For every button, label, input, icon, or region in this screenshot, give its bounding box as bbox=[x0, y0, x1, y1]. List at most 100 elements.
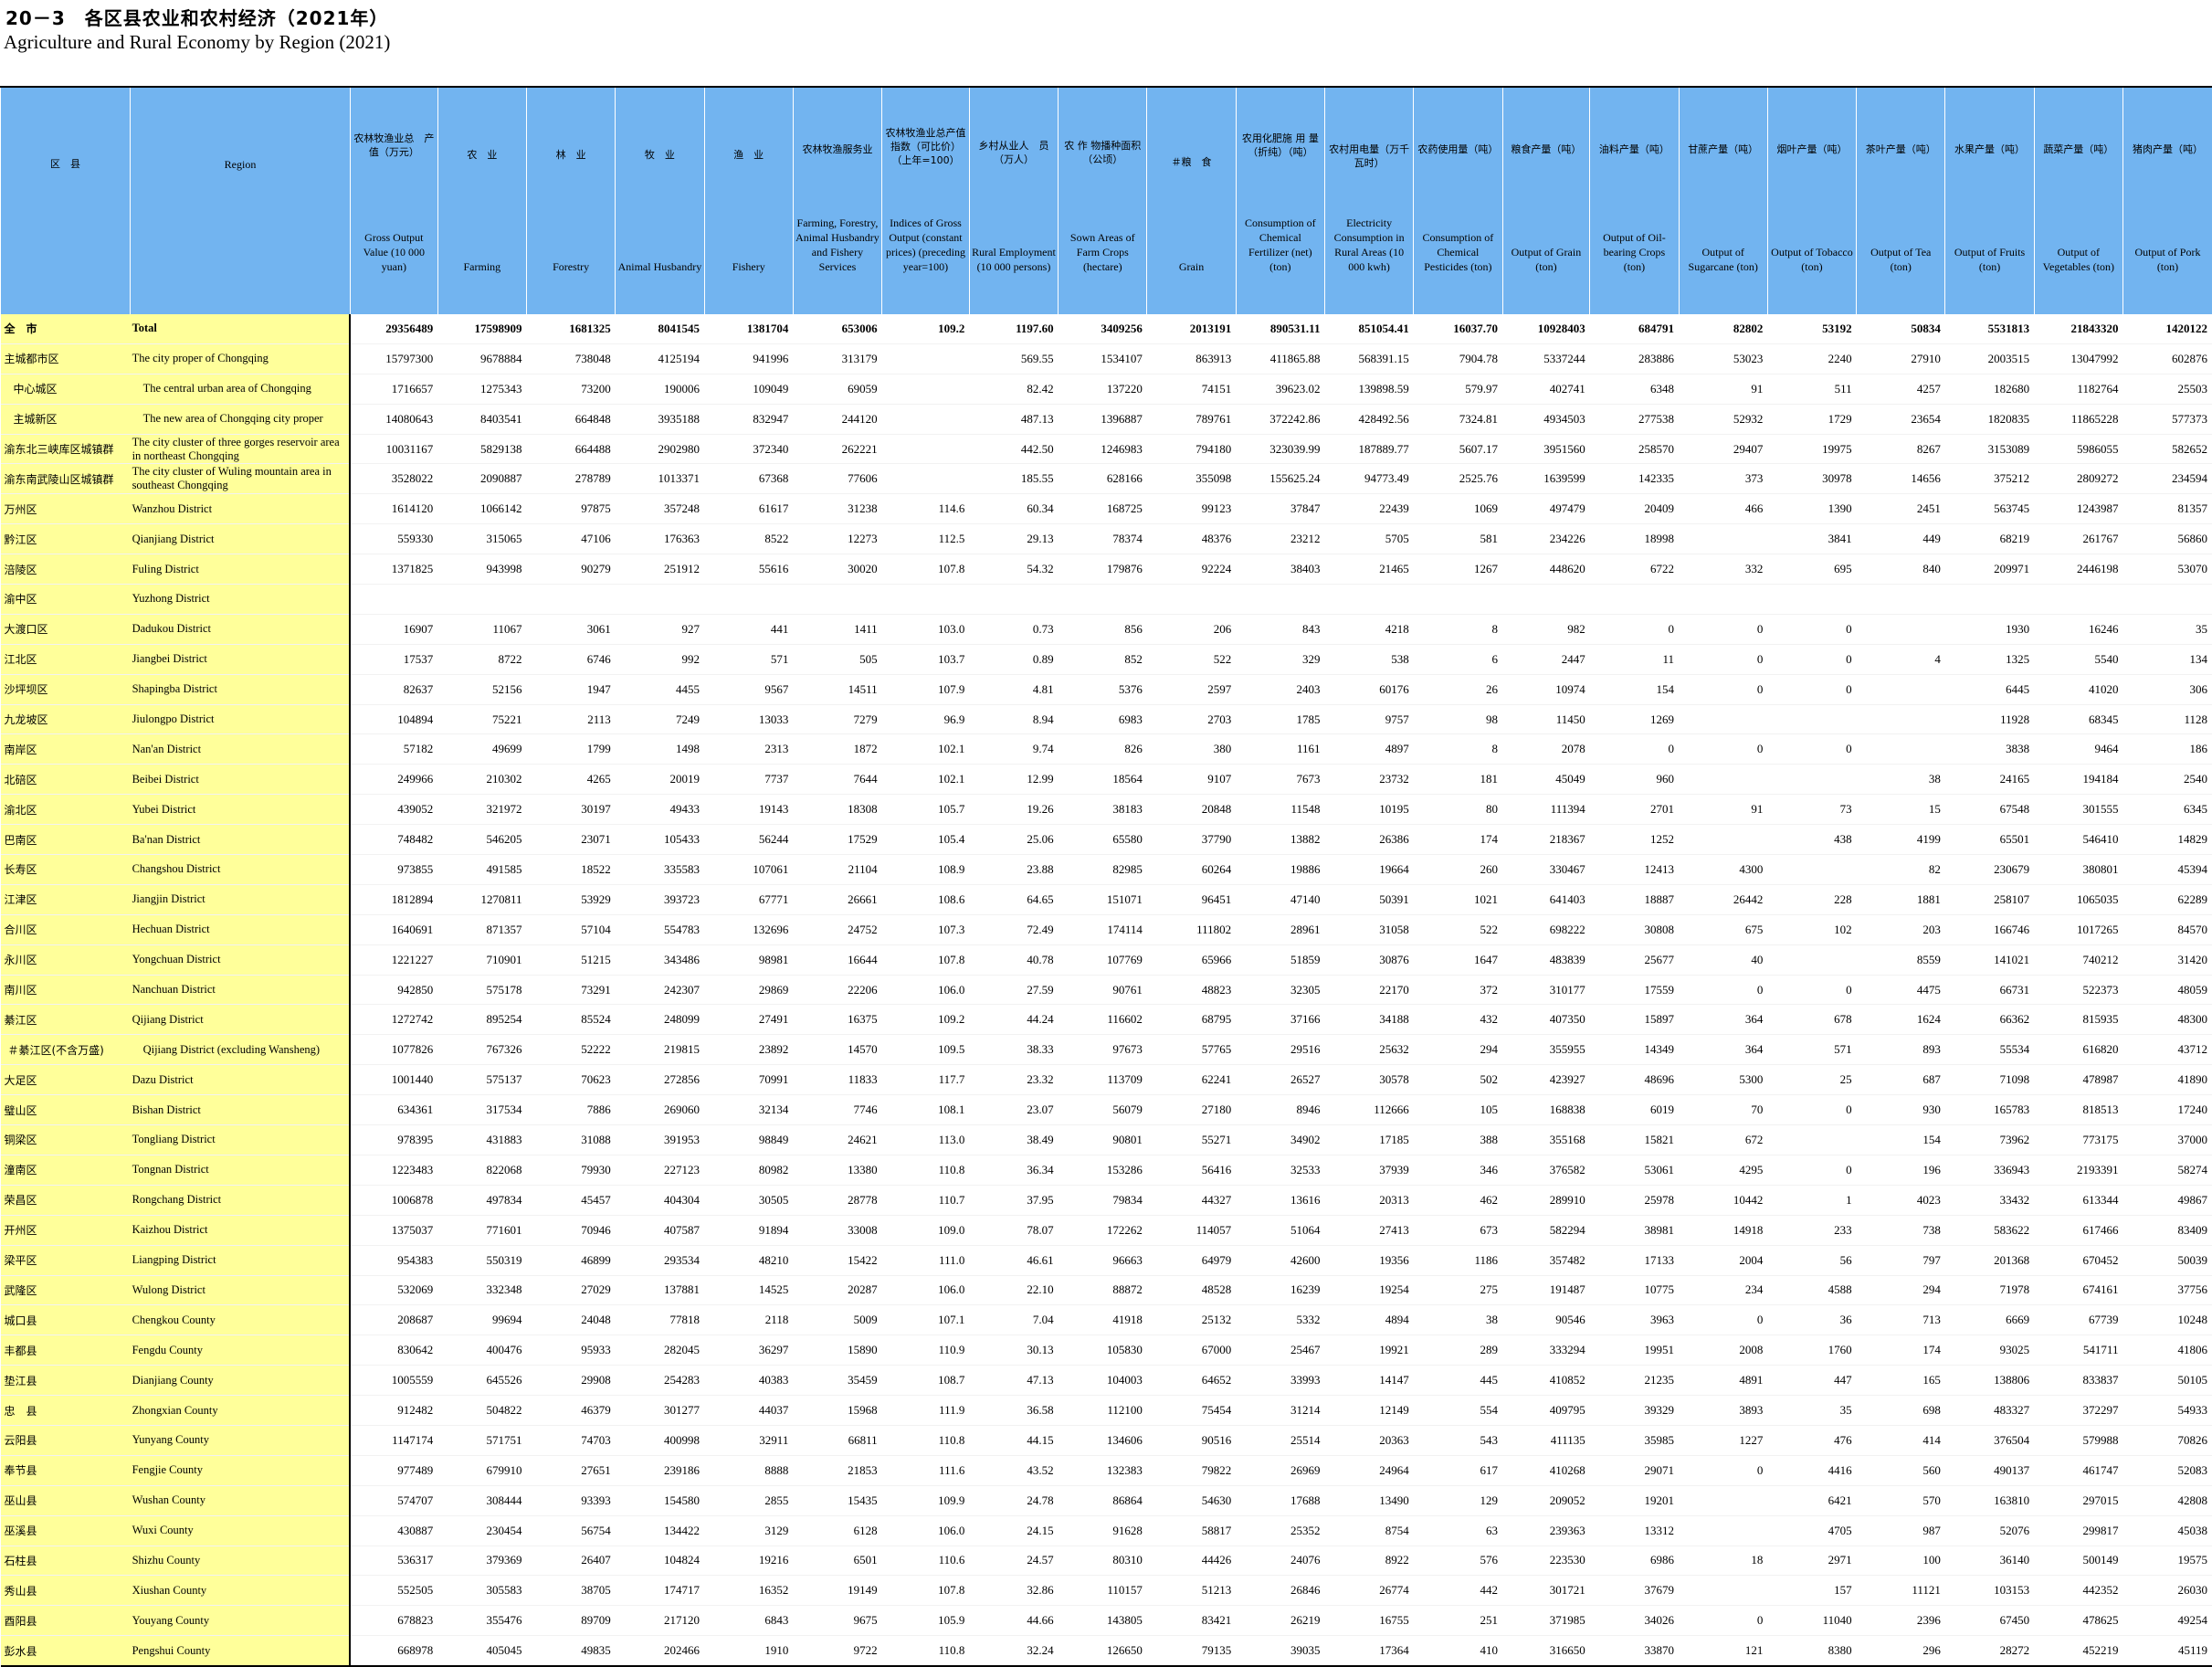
cell-value: 617466 bbox=[2034, 1215, 2122, 1245]
region-name-cn: 彭水县 bbox=[1, 1636, 131, 1666]
cell-value: 67739 bbox=[2034, 1305, 2122, 1335]
cell-value: 11 bbox=[1590, 644, 1679, 674]
cell-value: 645526 bbox=[437, 1366, 526, 1396]
cell-value: 2313 bbox=[704, 734, 793, 765]
cell-value: 576 bbox=[1414, 1546, 1502, 1576]
cell-value: 491585 bbox=[437, 855, 526, 885]
region-name-en: Dazu District bbox=[131, 1065, 351, 1095]
cell-value: 830642 bbox=[350, 1335, 437, 1366]
header-output-fruits: 水果产量（吨）Output of Fruits (ton) bbox=[1945, 87, 2034, 314]
region-name-cn: 巴南区 bbox=[1, 825, 131, 855]
cell-value: 316650 bbox=[1502, 1636, 1590, 1666]
cell-value: 987 bbox=[1857, 1515, 1945, 1546]
table-row: 万州区Wanzhou District161412010661429787535… bbox=[1, 494, 2212, 524]
cell-value: 86864 bbox=[1059, 1485, 1147, 1515]
header-grain-area: ＃粮 食Grain bbox=[1147, 87, 1236, 314]
cell-value: 668978 bbox=[350, 1636, 437, 1666]
region-name-en: Liangping District bbox=[131, 1245, 351, 1275]
cell-value: 602876 bbox=[2122, 343, 2212, 374]
cell-value: 13380 bbox=[793, 1155, 881, 1185]
cell-value: 771601 bbox=[437, 1215, 526, 1245]
cell-value: 275 bbox=[1414, 1275, 1502, 1305]
cell-value: 664488 bbox=[526, 434, 615, 464]
cell-value: 97673 bbox=[1059, 1035, 1147, 1065]
cell-value: 332 bbox=[1679, 554, 1767, 585]
region-name-cn: 渝北区 bbox=[1, 795, 131, 825]
table-row: 酉阳县Youyang County67882335547689709217120… bbox=[1, 1606, 2212, 1636]
cell-value bbox=[1767, 855, 1856, 885]
cell-value: 8922 bbox=[1324, 1546, 1413, 1576]
region-name-en: Nan'an District bbox=[131, 734, 351, 765]
cell-value: 109.5 bbox=[882, 1035, 970, 1065]
cell-value: 1021 bbox=[1414, 884, 1502, 914]
cell-value: 45049 bbox=[1502, 765, 1590, 795]
cell-value: 107.8 bbox=[882, 554, 970, 585]
cell-value: 64652 bbox=[1147, 1366, 1236, 1396]
cell-value: 23654 bbox=[1857, 404, 1945, 434]
cell-value: 7.04 bbox=[969, 1305, 1058, 1335]
cell-value: 24752 bbox=[793, 914, 881, 944]
cell-value bbox=[882, 374, 970, 404]
cell-value: 634361 bbox=[350, 1095, 437, 1125]
cell-value: 66731 bbox=[1945, 975, 2034, 1005]
cell-value bbox=[882, 404, 970, 434]
cell-value: 333294 bbox=[1502, 1335, 1590, 1366]
table-row: 梁平区Liangping District9543835503194689929… bbox=[1, 1245, 2212, 1275]
cell-value: 100 bbox=[1857, 1546, 1945, 1576]
table-row: 主城都市区The city proper of Chongqing1579730… bbox=[1, 343, 2212, 374]
cell-value: 815935 bbox=[2034, 1005, 2122, 1035]
cell-value: 19143 bbox=[704, 795, 793, 825]
region-name-cn: 江北区 bbox=[1, 644, 131, 674]
cell-value: 30197 bbox=[526, 795, 615, 825]
cell-value: 10928403 bbox=[1502, 314, 1590, 343]
cell-value: 54933 bbox=[2122, 1396, 2212, 1426]
region-name-cn: 丰都县 bbox=[1, 1335, 131, 1366]
cell-value: 355476 bbox=[437, 1606, 526, 1636]
cell-value: 107769 bbox=[1059, 944, 1147, 975]
cell-value: 1128 bbox=[2122, 704, 2212, 734]
cell-value: 2078 bbox=[1502, 734, 1590, 765]
cell-value: 0 bbox=[1679, 674, 1767, 704]
cell-value: 2090887 bbox=[437, 464, 526, 494]
cell-value: 58274 bbox=[2122, 1155, 2212, 1185]
cell-value: 18 bbox=[1679, 1546, 1767, 1576]
cell-value: 44.66 bbox=[969, 1606, 1058, 1636]
cell-value: 357482 bbox=[1502, 1245, 1590, 1275]
cell-value: 4934503 bbox=[1502, 404, 1590, 434]
cell-value: 4300 bbox=[1679, 855, 1767, 885]
region-name-cn: 忠 县 bbox=[1, 1396, 131, 1426]
cell-value: 182680 bbox=[1945, 374, 2034, 404]
cell-value: 569.55 bbox=[969, 343, 1058, 374]
cell-value: 11548 bbox=[1236, 795, 1324, 825]
cell-value: 90279 bbox=[526, 554, 615, 585]
cell-value: 39035 bbox=[1236, 1636, 1324, 1666]
cell-value: 1161 bbox=[1236, 734, 1324, 765]
cell-value: 92224 bbox=[1147, 554, 1236, 585]
cell-value: 154 bbox=[1857, 1125, 1945, 1155]
table-row: 荣昌区Rongchang District1006878497834454574… bbox=[1, 1185, 2212, 1215]
cell-value: 48059 bbox=[2122, 975, 2212, 1005]
cell-value: 106.0 bbox=[882, 975, 970, 1005]
cell-value bbox=[1236, 585, 1324, 615]
cell-value: 37679 bbox=[1590, 1576, 1679, 1606]
cell-value: 1066142 bbox=[437, 494, 526, 524]
cell-value: 710901 bbox=[437, 944, 526, 975]
cell-value: 9464 bbox=[2034, 734, 2122, 765]
cell-value: 31058 bbox=[1324, 914, 1413, 944]
cell-value: 18998 bbox=[1590, 524, 1679, 554]
header-gross-output: 农林牧渔业总 产 值（万元）Gross Output Value (10 000… bbox=[350, 87, 437, 314]
cell-value: 90516 bbox=[1147, 1425, 1236, 1455]
table-row: 璧山区Bishan District6343613175347886269060… bbox=[1, 1095, 2212, 1125]
cell-value bbox=[2122, 585, 2212, 615]
cell-value: 109.2 bbox=[882, 1005, 970, 1035]
cell-value: 1065035 bbox=[2034, 884, 2122, 914]
cell-value: 40383 bbox=[704, 1366, 793, 1396]
cell-value: 30505 bbox=[704, 1185, 793, 1215]
cell-value: 16246 bbox=[2034, 614, 2122, 644]
region-name-en: Yubei District bbox=[131, 795, 351, 825]
cell-value: 168725 bbox=[1059, 494, 1147, 524]
cell-value: 89709 bbox=[526, 1606, 615, 1636]
cell-value: 67771 bbox=[704, 884, 793, 914]
cell-value: 75454 bbox=[1147, 1396, 1236, 1426]
table-row: 沙坪坝区Shapingba District826375215619474455… bbox=[1, 674, 2212, 704]
